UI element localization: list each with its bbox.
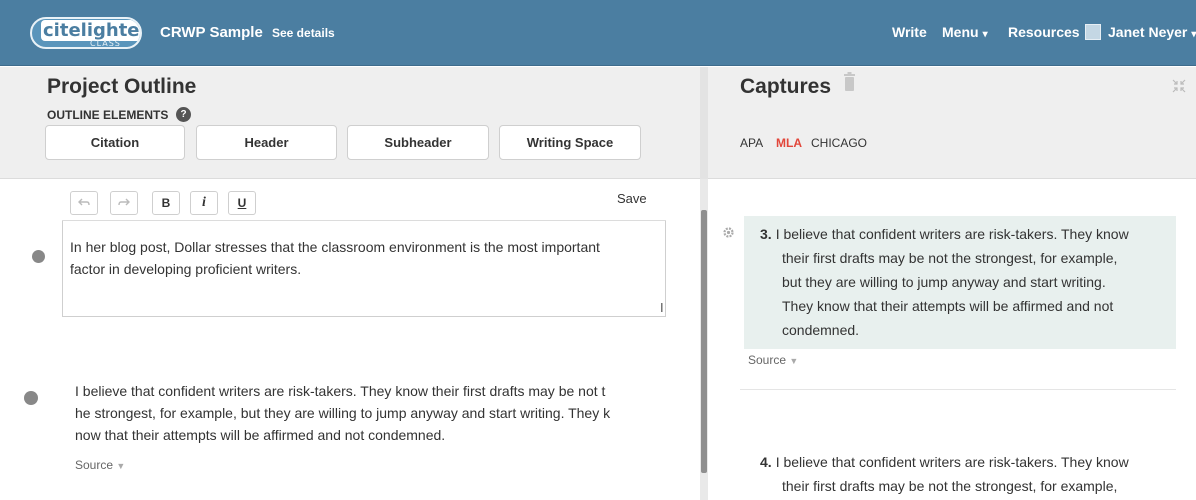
pencil-icon[interactable] xyxy=(24,391,38,405)
logo-text: citelighter xyxy=(41,20,140,41)
nav-write-link[interactable]: Write xyxy=(892,24,927,40)
outline-source-toggle[interactable]: Source ▼ xyxy=(75,458,125,472)
redo-icon xyxy=(118,198,130,206)
collapse-icon[interactable] xyxy=(1172,79,1186,93)
user-name-label: Janet Neyer xyxy=(1108,24,1188,40)
undo-button[interactable] xyxy=(70,191,98,215)
header-button[interactable]: Header xyxy=(196,125,337,160)
capture-line: 3. I believe that confident writers are r… xyxy=(760,226,1129,242)
editor-line: In her blog post, Dollar stresses that t… xyxy=(70,239,600,255)
logo-sub-text: CLASS xyxy=(90,39,121,48)
trash-icon[interactable] xyxy=(843,72,856,92)
capture-line: 4. I believe that confident writers are r… xyxy=(760,454,1129,470)
capture-number: 4. xyxy=(760,454,772,470)
redo-button[interactable] xyxy=(110,191,138,215)
citation-line: now that their attempts will be affirmed… xyxy=(75,427,446,443)
caret-down-icon: ▾ xyxy=(1191,29,1196,40)
italic-button[interactable]: i xyxy=(190,191,218,215)
capture-line: but they are willing to jump anyway and … xyxy=(782,274,1106,290)
underline-button[interactable]: U xyxy=(228,191,256,215)
nav-menu-label: Menu xyxy=(942,24,979,40)
style-chicago[interactable]: CHICAGO xyxy=(811,136,867,150)
captures-title: Captures xyxy=(740,75,832,98)
save-button[interactable]: Save xyxy=(617,191,647,215)
capture-item-4[interactable]: 4. I believe that confident writers are r… xyxy=(760,450,1168,498)
capture-line: condemned. xyxy=(782,322,860,338)
capture-item-3[interactable]: 3. I believe that confident writers are r… xyxy=(760,222,1168,342)
undo-icon xyxy=(78,198,90,206)
source-label: Source xyxy=(748,353,787,367)
nav-menu-dropdown[interactable]: Menu ▾ xyxy=(942,24,988,40)
style-mla[interactable]: MLA xyxy=(776,136,802,150)
person-icon xyxy=(32,250,45,263)
citation-line: he strongest, for example, but they are … xyxy=(75,405,611,421)
citation-line: I believe that confident writers are ris… xyxy=(75,383,606,399)
text-cursor-icon: I xyxy=(660,300,664,315)
subheader-button[interactable]: Subheader xyxy=(347,125,489,160)
see-details-link[interactable]: See details xyxy=(272,26,335,40)
capture-line: their first drafts may be not the strong… xyxy=(782,478,1118,494)
gear-icon[interactable] xyxy=(722,226,735,239)
source-label: Source xyxy=(75,458,114,472)
caret-down-icon: ▾ xyxy=(982,29,988,40)
capture-number: 3. xyxy=(760,226,772,242)
outline-title: Project Outline xyxy=(47,75,197,98)
app-window: citelighter CLASS CRWP Sample See detail… xyxy=(0,0,1196,500)
caret-down-icon: ▼ xyxy=(116,461,126,471)
style-apa[interactable]: APA xyxy=(740,136,763,150)
writing-space-button[interactable]: Writing Space xyxy=(499,125,641,160)
help-icon[interactable]: ? xyxy=(176,107,191,122)
citelighter-logo[interactable]: citelighter CLASS xyxy=(30,17,142,49)
caret-down-icon: ▼ xyxy=(789,356,799,366)
bold-button[interactable]: B xyxy=(152,191,180,215)
capture-line: their first drafts may be not the strong… xyxy=(782,250,1118,266)
outline-elements-label: OUTLINE ELEMENTS xyxy=(47,108,169,122)
editor-content[interactable]: In her blog post, Dollar stresses that t… xyxy=(70,236,660,280)
capture-separator xyxy=(740,389,1176,390)
scrollbar-thumb[interactable] xyxy=(701,210,707,473)
user-avatar[interactable] xyxy=(1085,24,1101,40)
project-title: CRWP Sample xyxy=(160,24,263,41)
user-menu-dropdown[interactable]: Janet Neyer ▾ xyxy=(1108,24,1196,40)
editor-line: factor in developing proficient writers. xyxy=(70,261,302,277)
outline-citation[interactable]: I believe that confident writers are ris… xyxy=(75,380,665,446)
capture-source-toggle[interactable]: Source ▼ xyxy=(748,353,798,367)
capture-line: They know that their attempts will be af… xyxy=(782,298,1114,314)
nav-resources-link[interactable]: Resources xyxy=(1008,24,1080,40)
panel-divider-top xyxy=(700,67,708,179)
citation-button[interactable]: Citation xyxy=(45,125,185,160)
